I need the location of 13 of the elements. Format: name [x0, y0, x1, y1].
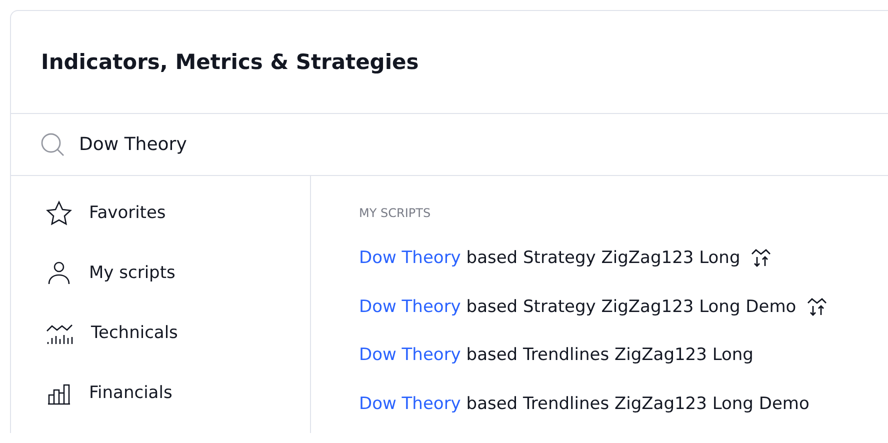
script-result[interactable]: Dow Theory based Strategy ZigZag123 Long Demo [359, 296, 796, 317]
script-result[interactable]: Dow Theory based Trendlines ZigZag123 Long [359, 345, 754, 366]
script-result[interactable]: Dow Theory based Trendlines ZigZag123 Long Demo [359, 394, 810, 414]
sidebar-item[interactable]: Technicals [91, 323, 178, 343]
strategy-icon [750, 248, 772, 268]
star-icon [45, 200, 73, 226]
section-heading: MY SCRIPTS [359, 206, 431, 220]
sidebar-item[interactable]: Financials [89, 383, 172, 403]
sidebar-item[interactable]: Favorites [89, 203, 166, 223]
sidebar-item[interactable]: My scripts [89, 263, 176, 283]
dialog-title: Indicators, Metrics & Strategies [41, 50, 419, 74]
strategy-icon [806, 296, 828, 317]
script-result[interactable]: Dow Theory based Strategy ZigZag123 Long [359, 248, 740, 268]
